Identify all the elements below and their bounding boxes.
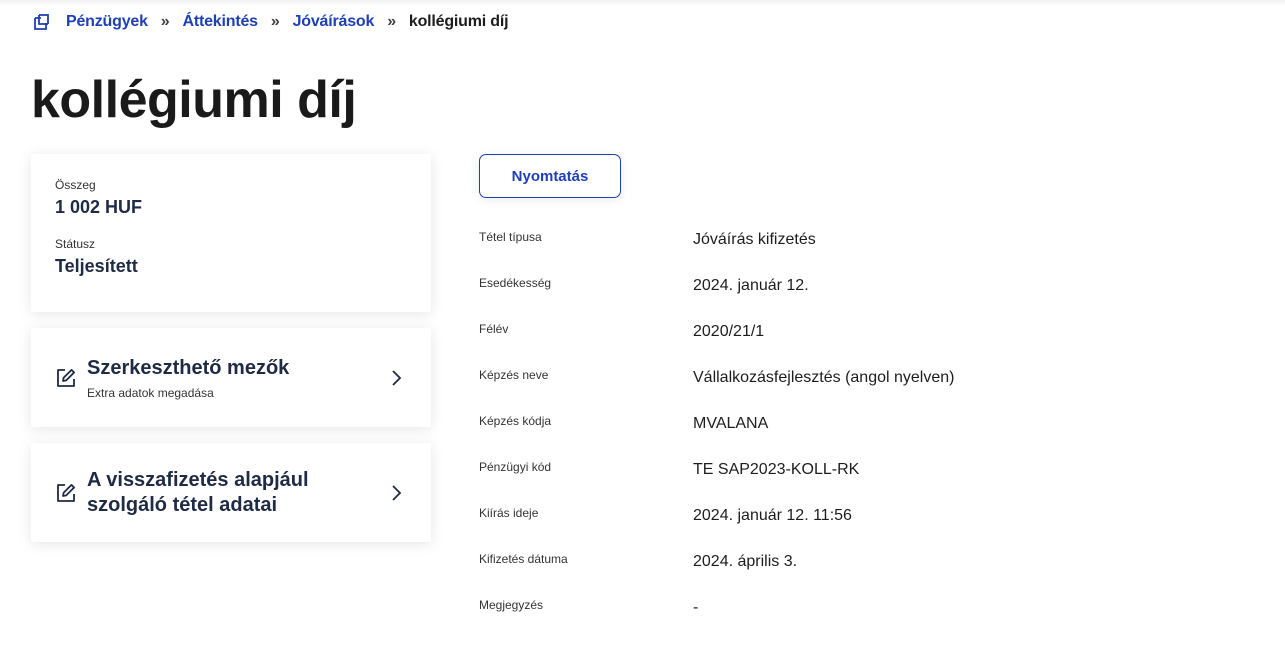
details-list: Tétel típusa Jóváírás kifizetés Esedékes…: [479, 228, 1179, 642]
detail-label: Esedékesség: [479, 276, 552, 290]
detail-row: Kifizetés dátuma 2024. április 3.: [479, 550, 1179, 596]
edit-icon: [55, 367, 77, 389]
detail-value: 2020/21/1: [693, 323, 765, 340]
breadcrumb-separator: »: [270, 13, 280, 30]
detail-row: Tétel típusa Jóváírás kifizetés: [479, 228, 1179, 274]
detail-value: MVALANA: [693, 415, 769, 432]
chevron-right-icon: [389, 484, 403, 502]
detail-label: Kiírás ideje: [479, 506, 539, 520]
breadcrumb-separator: »: [387, 13, 396, 30]
detail-row: Pénzügyi kód TE SAP2023-KOLL-RK: [479, 458, 1179, 504]
detail-row: Félév 2020/21/1: [479, 320, 1179, 366]
detail-label: Megjegyzés: [479, 598, 544, 612]
status-value: Teljesített: [55, 256, 138, 276]
breadcrumb-link-jovairasok[interactable]: Jóváírások: [293, 13, 375, 31]
detail-row: Kiírás ideje 2024. január 12. 11:56: [479, 504, 1179, 550]
edit-icon: [55, 482, 77, 504]
breadcrumb-current: kollégiumi díj: [408, 13, 509, 30]
detail-row: Megjegyzés -: [479, 596, 1179, 642]
page-title: kollégiumi díj: [31, 71, 357, 129]
detail-label: Pénzügyi kód: [479, 460, 552, 474]
top-shadow: [0, 0, 1285, 6]
detail-value: Vállalkozásfejlesztés (angol nyelven): [693, 369, 955, 386]
detail-label: Képzés kódja: [479, 414, 552, 428]
print-button[interactable]: Nyomtatás: [479, 154, 621, 198]
breadcrumb-link-attekintes[interactable]: Áttekintés: [183, 13, 259, 31]
detail-value: 2024. január 12. 11:56: [693, 507, 852, 524]
amount-value: 1 002 HUF: [55, 197, 143, 217]
detail-label: Képzés neve: [479, 368, 549, 382]
chevron-right-icon: [389, 369, 403, 387]
detail-row: Képzés kódja MVALANA: [479, 412, 1179, 458]
breadcrumb-link-penzugyek[interactable]: Pénzügyek: [66, 13, 148, 31]
card-title: Szerkeszthető mezők: [87, 356, 290, 379]
card-subtitle: Extra adatok megadása: [87, 385, 214, 400]
breadcrumb: Pénzügyek » Áttekintés » Jóváírások » ko…: [32, 11, 509, 33]
refund-basis-item-card[interactable]: A visszafizetés alapjául szolgáló tétel …: [31, 443, 431, 542]
detail-row: Esedékesség 2024. január 12.: [479, 274, 1179, 320]
summary-card: Összeg 1 002 HUF Státusz Teljesített: [31, 154, 431, 312]
detail-value: Jóváírás kifizetés: [693, 231, 816, 248]
card-title-line1: A visszafizetés alapjául: [87, 468, 309, 491]
detail-value: 2024. január 12.: [693, 277, 809, 294]
breadcrumb-separator: »: [160, 13, 170, 30]
status-label: Státusz: [55, 237, 96, 251]
detail-label: Tétel típusa: [479, 230, 542, 244]
card-text: A visszafizetés alapjául szolgáló tétel …: [87, 468, 309, 518]
editable-fields-card[interactable]: Szerkeszthető mezők Extra adatok megadás…: [31, 328, 431, 427]
card-text: Szerkeszthető mezők Extra adatok megadás…: [87, 356, 289, 400]
detail-row: Képzés neve Vállalkozásfejlesztés (angol…: [479, 366, 1179, 412]
card-title-line2: szolgáló tétel adatai: [87, 493, 278, 516]
external-link-icon[interactable]: [32, 13, 51, 32]
detail-value: -: [693, 599, 699, 616]
detail-label: Félév: [479, 322, 509, 336]
amount-label: Összeg: [55, 178, 96, 192]
detail-value: 2024. április 3.: [693, 553, 798, 570]
detail-label: Kifizetés dátuma: [479, 552, 568, 566]
detail-value: TE SAP2023-KOLL-RK: [693, 461, 860, 478]
